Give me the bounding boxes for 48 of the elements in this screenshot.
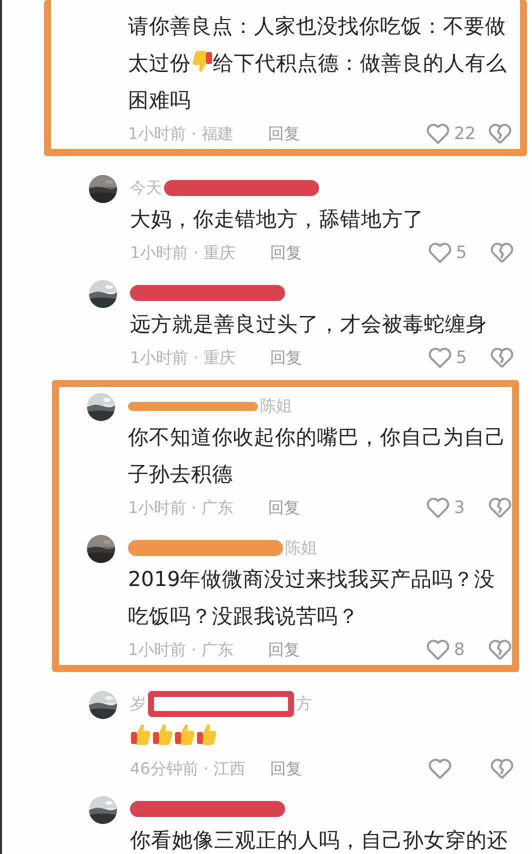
heart-icon[interactable] [426,639,450,661]
reply-link[interactable]: 回复 [270,348,302,368]
heart-icon[interactable] [426,497,450,519]
comment-text: 你不知道你收起你的嘴巴，你自己为自己子孙去积德 [128,424,507,488]
comment-meta: 1小时前 · 重庆 [130,242,236,264]
comment-text: 大妈，你走错地方，舔错地方了 [130,206,425,233]
like-count: 8 [454,640,465,660]
comment-meta: 1小时前 · 重庆 [130,348,236,368]
thumbs-up-icon [130,722,152,746]
reply-link[interactable]: 回复 [268,640,300,660]
broken-heart-icon[interactable] [488,497,512,519]
comment-meta: 1小时前 · 福建 [128,124,234,144]
comment-text: 困难吗 [128,87,192,114]
thumbs-up-icon [174,722,196,746]
comment-meta: 1小时前 · 广东 [128,640,234,660]
comment-text: 你看她像三观正的人吗，自己孙女穿的还 [130,827,509,854]
broken-heart-icon[interactable] [488,123,512,145]
comment-text: 给下代积点德：做善良的人有么 [213,51,507,75]
thumbs-up-icon [196,722,218,746]
like-count: 22 [454,124,476,144]
thumbs-up-icon [152,722,174,746]
reply-link[interactable]: 回复 [270,242,302,264]
comment-meta: 1小时前 · 广东 [128,498,234,518]
broken-heart-icon[interactable] [490,758,514,780]
reply-link[interactable]: 回复 [270,758,302,780]
comment-text: 2019年做微商没过来找我买产品吗？没吃饭吗？没跟我说苦吗？ [128,566,496,630]
user-name[interactable]: 陈姐 [285,538,317,558]
user-name[interactable]: 陈姐 [260,396,292,416]
broken-heart-icon[interactable] [488,639,512,661]
heart-icon[interactable] [428,758,452,780]
comment-text: 远方就是善良过头了，才会被毒蛇缠身 [130,311,488,338]
broken-heart-icon[interactable] [490,347,514,369]
heart-icon[interactable] [428,242,452,264]
reply-link[interactable]: 回复 [268,124,300,144]
user-name[interactable]: 岁 [130,694,146,714]
user-name[interactable]: 方 [296,694,312,714]
broken-heart-icon[interactable] [490,242,514,264]
user-name[interactable]: 今天 [130,178,162,198]
like-count: 5 [456,243,467,263]
heart-icon[interactable] [426,123,450,145]
thumbs-down-icon [191,50,213,74]
like-count: 3 [454,498,465,518]
like-count: 5 [456,348,467,368]
comment-text: 太过份 [128,51,191,75]
comment-meta: 46分钟前 · 江西 [130,758,247,780]
heart-icon[interactable] [428,347,452,369]
comment-text: 请你善良点：人家也没找你吃饭：不要做 [128,13,507,40]
reply-link[interactable]: 回复 [268,498,300,518]
